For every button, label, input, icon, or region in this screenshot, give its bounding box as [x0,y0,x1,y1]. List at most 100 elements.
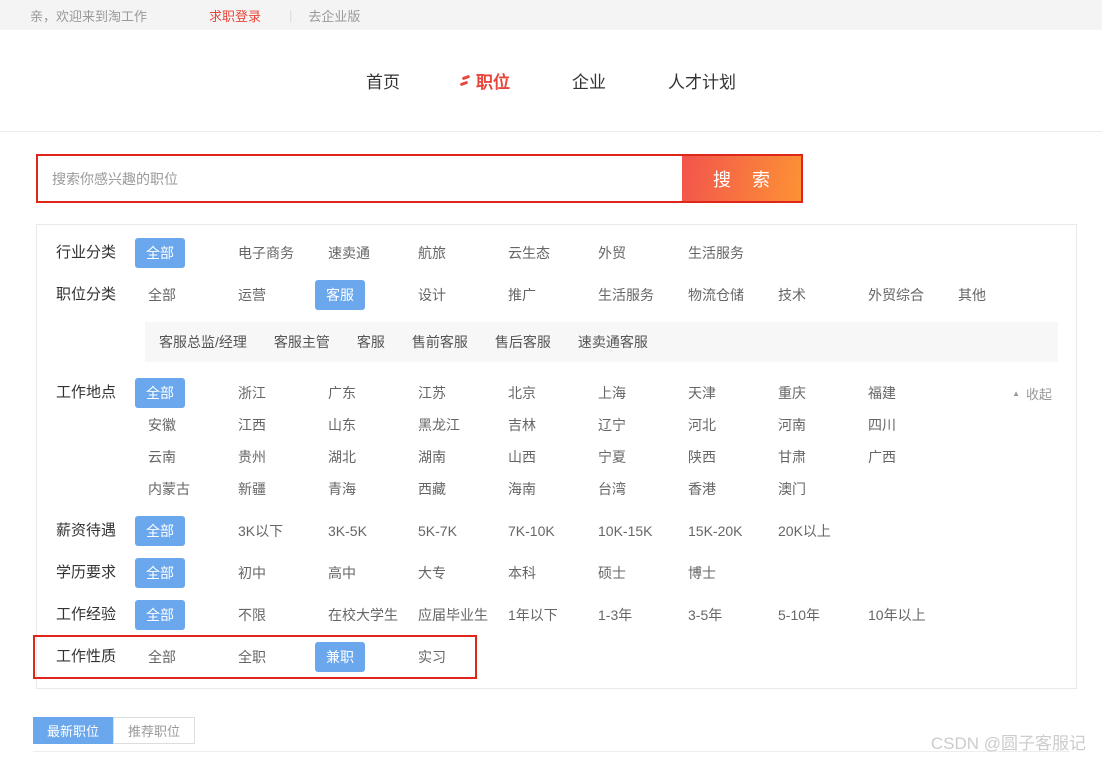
filter-option[interactable]: 山东 [315,415,356,435]
filter-subcategory-option[interactable]: 客服总监/经理 [159,332,247,352]
filter-option-selected[interactable]: 全部 [135,378,185,408]
filter-option[interactable]: 安徽 [135,415,176,435]
filter-option[interactable]: 台湾 [585,479,626,499]
login-link[interactable]: 求职登录 [209,6,261,25]
filter-option[interactable]: 5-10年 [765,605,820,625]
filter-option[interactable]: 陕西 [675,447,716,467]
filter-option[interactable]: 北京 [495,383,536,403]
filter-option[interactable]: 全部 [135,285,176,305]
filter-option[interactable]: 辽宁 [585,415,626,435]
filter-option[interactable]: 浙江 [225,383,266,403]
filter-option[interactable]: 速卖通 [315,243,370,263]
filter-option[interactable]: 重庆 [765,383,806,403]
filter-option[interactable]: 3-5年 [675,605,722,625]
filter-option[interactable]: 20K以上 [765,521,831,541]
filter-option[interactable]: 澳门 [765,479,806,499]
filter-option[interactable]: 设计 [405,285,446,305]
tab-recommended-jobs[interactable]: 推荐职位 [113,717,195,744]
tab-latest-jobs[interactable]: 最新职位 [33,717,113,744]
filter-option[interactable]: 黑龙江 [405,415,460,435]
filter-option[interactable]: 应届毕业生 [405,605,488,625]
nav-item-talent-plan[interactable]: 人才计划 [668,68,736,93]
filter-option[interactable]: 外贸综合 [855,285,924,305]
filter-option[interactable]: 江西 [225,415,266,435]
filter-option[interactable]: 其他 [945,285,986,305]
filter-subcategory-option[interactable]: 售后客服 [495,332,551,352]
filter-option[interactable]: 3K-5K [315,523,367,539]
search-input[interactable] [38,156,682,201]
filter-option[interactable]: 天津 [675,383,716,403]
filter-option[interactable]: 物流仓储 [675,285,744,305]
filter-label: 行业分类 [37,237,135,269]
filter-option[interactable]: 7K-10K [495,523,555,539]
filter-option[interactable]: 吉林 [495,415,536,435]
enterprise-link[interactable]: 去企业版 [308,6,360,25]
filter-option[interactable]: 5K-7K [405,523,457,539]
filter-option[interactable]: 电子商务 [225,243,294,263]
filter-option[interactable]: 广东 [315,383,356,403]
filter-option[interactable]: 云南 [135,447,176,467]
filter-option[interactable]: 3K以下 [225,521,283,541]
filter-option[interactable]: 新疆 [225,479,266,499]
filter-option[interactable]: 内蒙古 [135,479,190,499]
filter-option[interactable]: 甘肃 [765,447,806,467]
filter-option[interactable]: 10年以上 [855,605,926,625]
filter-option-selected[interactable]: 全部 [135,558,185,588]
filter-option[interactable]: 运营 [225,285,266,305]
filter-option[interactable]: 初中 [225,563,266,583]
filter-option[interactable]: 贵州 [225,447,266,467]
filter-option[interactable]: 海南 [495,479,536,499]
filter-option[interactable]: 上海 [585,383,626,403]
filter-option[interactable]: 博士 [675,563,716,583]
filter-option[interactable]: 航旅 [405,243,446,263]
filter-option[interactable]: 不限 [225,605,266,625]
filter-option[interactable]: 福建 [855,383,896,403]
filter-option[interactable]: 外贸 [585,243,626,263]
filter-option[interactable]: 15K-20K [675,523,742,539]
filter-option[interactable]: 技术 [765,285,806,305]
filter-option[interactable]: 大专 [405,563,446,583]
filter-option[interactable]: 江苏 [405,383,446,403]
filter-option[interactable]: 全职 [225,647,266,667]
filter-option-selected[interactable]: 全部 [135,238,185,268]
nav-item-home[interactable]: 首页 [366,68,400,93]
filter-subcategory-option[interactable]: 售前客服 [412,332,468,352]
filter-option[interactable]: 推广 [495,285,536,305]
filter-subcategory-bar: 客服总监/经理 客服主管 客服 售前客服 售后客服 速卖通客服 [145,322,1058,362]
filter-option-cell: 15K-20K [675,515,765,547]
filter-option[interactable]: 山西 [495,447,536,467]
filter-option[interactable]: 生活服务 [675,243,744,263]
filter-option[interactable]: 河北 [675,415,716,435]
filter-option[interactable]: 湖南 [405,447,446,467]
filter-option[interactable]: 1年以下 [495,605,558,625]
filter-subcategory-option[interactable]: 客服主管 [274,332,330,352]
filter-option[interactable]: 四川 [855,415,896,435]
filter-option[interactable]: 云生态 [495,243,550,263]
filter-option[interactable]: 宁夏 [585,447,626,467]
filter-option[interactable]: 1-3年 [585,605,632,625]
filter-option[interactable]: 湖北 [315,447,356,467]
filter-option[interactable]: 香港 [675,479,716,499]
filter-option[interactable]: 生活服务 [585,285,654,305]
filter-option[interactable]: 河南 [765,415,806,435]
filter-option[interactable]: 广西 [855,447,896,467]
search-button[interactable]: 搜 索 [682,156,801,201]
filter-subcategory-option[interactable]: 客服 [357,332,385,352]
filter-option-selected[interactable]: 客服 [315,280,365,310]
filter-option[interactable]: 在校大学生 [315,605,398,625]
filter-option[interactable]: 本科 [495,563,536,583]
filter-option-selected[interactable]: 全部 [135,600,185,630]
collapse-control[interactable]: ▲收起 [1012,377,1052,409]
filter-option[interactable]: 10K-15K [585,523,652,539]
filter-option[interactable]: 高中 [315,563,356,583]
filter-option[interactable]: 青海 [315,479,356,499]
filter-option[interactable]: 全部 [135,647,176,667]
filter-option-selected[interactable]: 全部 [135,516,185,546]
filter-subcategory-option[interactable]: 速卖通客服 [578,332,648,352]
filter-option[interactable]: 西藏 [405,479,446,499]
filter-option-selected[interactable]: 兼职 [315,642,365,672]
nav-item-jobs[interactable]: 职位 [462,68,510,93]
filter-option[interactable]: 硕士 [585,563,626,583]
nav-item-companies[interactable]: 企业 [572,68,606,93]
filter-option[interactable]: 实习 [405,647,446,667]
